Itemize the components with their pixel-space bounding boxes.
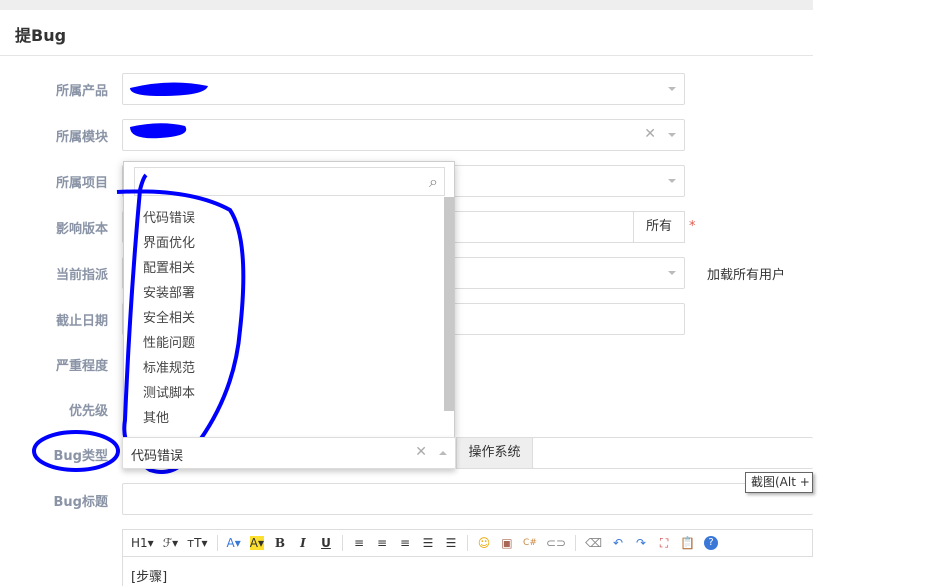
dropdown-option[interactable]: 性能问题 [124, 331, 444, 356]
label-project: 所属项目 [55, 176, 108, 191]
editor-content: [步骤] [131, 570, 168, 585]
dropdown-option[interactable]: 安装部署 [124, 281, 444, 306]
chevron-down-icon [668, 133, 676, 137]
eraser-icon[interactable]: ⌫ [585, 536, 602, 550]
ordered-list-icon[interactable]: ☰ [421, 536, 435, 550]
bug-type-dropdown: ⌕ 代码错误 界面优化 配置相关 安装部署 安全相关 性能问题 标准规范 测试脚… [123, 161, 455, 437]
align-right-icon[interactable]: ≡ [398, 536, 412, 550]
chevron-down-icon [668, 87, 676, 91]
dropdown-option[interactable]: 安全相关 [124, 306, 444, 331]
label-priority: 优先级 [68, 404, 108, 419]
bug-type-select[interactable]: 代码错误 ✕ [122, 437, 456, 469]
label-deadline: 截止日期 [55, 314, 108, 329]
label-bug-type: Bug类型 [53, 449, 108, 464]
label-severity: 严重程度 [55, 359, 108, 374]
os-addon: 操作系统 [456, 437, 533, 469]
dropdown-option[interactable]: 界面优化 [124, 231, 444, 256]
chevron-down-icon [668, 179, 676, 183]
load-all-users-link[interactable]: 加载所有用户 [707, 264, 785, 283]
page-title: 提Bug [15, 26, 67, 45]
label-version: 影响版本 [55, 222, 108, 237]
redo-icon[interactable]: ↷ [634, 536, 648, 550]
dropdown-scrollbar[interactable] [444, 197, 454, 411]
dropdown-option[interactable]: 其他 [124, 406, 444, 431]
font-family-button[interactable]: ℱ▾ [163, 536, 178, 550]
clear-icon[interactable]: ✕ [415, 444, 427, 460]
fullscreen-icon[interactable]: ⛶ [657, 536, 671, 551]
divider [0, 55, 813, 56]
dropdown-option[interactable]: 标准规范 [124, 356, 444, 381]
dropdown-option[interactable]: 配置相关 [124, 256, 444, 281]
unordered-list-icon[interactable]: ☰ [444, 536, 458, 550]
label-product: 所属产品 [55, 84, 108, 99]
label-bug-title: Bug标题 [53, 495, 108, 510]
align-left-icon[interactable]: ≡ [352, 536, 366, 550]
required-mark: * [689, 219, 696, 234]
bug-title-input[interactable] [122, 483, 813, 515]
separator [216, 535, 218, 551]
chevron-down-icon [668, 271, 676, 275]
dropdown-search-input[interactable]: ⌕ [134, 167, 445, 196]
chevron-up-icon [439, 451, 447, 455]
link-icon[interactable]: ⊂⊃ [546, 536, 566, 550]
product-select[interactable] [122, 73, 685, 105]
module-select[interactable]: ✕ [122, 119, 685, 151]
image-icon[interactable]: ▣ [500, 536, 514, 550]
dropdown-list: 代码错误 界面优化 配置相关 安装部署 安全相关 性能问题 标准规范 测试脚本 … [124, 206, 444, 431]
heading-button[interactable]: H1▾ [131, 536, 154, 550]
undo-icon[interactable]: ↶ [611, 536, 625, 550]
align-center-icon[interactable]: ≡ [375, 536, 389, 550]
search-icon: ⌕ [429, 172, 438, 191]
label-module: 所属模块 [55, 130, 108, 145]
version-all-button[interactable]: 所有 [633, 211, 685, 243]
clear-icon[interactable]: ✕ [644, 126, 656, 142]
italic-button[interactable]: I [296, 536, 310, 550]
editor-toolbar: H1▾ ℱ▾ тT▾ A▾ A▾ B I U ≡ ≡ ≡ ☰ ☰ ☺ ▣ C# … [122, 529, 813, 557]
label-assigned: 当前指派 [55, 268, 108, 283]
paste-icon[interactable]: 📋 [680, 536, 695, 550]
separator [575, 535, 577, 551]
font-size-button[interactable]: тT▾ [187, 536, 207, 550]
emoji-icon[interactable]: ☺ [477, 536, 491, 550]
os-select[interactable] [532, 437, 813, 469]
font-color-button[interactable]: A▾ [227, 536, 241, 550]
separator [341, 535, 343, 551]
help-icon[interactable]: ? [704, 536, 718, 550]
underline-button[interactable]: U [319, 536, 333, 550]
bold-button[interactable]: B [273, 536, 287, 550]
bug-type-value: 代码错误 [131, 449, 184, 464]
top-bar [0, 0, 813, 10]
screenshot-tooltip: 截图(Alt + A [745, 472, 813, 493]
editor-body[interactable]: [步骤] [122, 556, 813, 586]
code-icon[interactable]: C# [523, 538, 537, 548]
dropdown-option[interactable]: 代码错误 [124, 206, 444, 231]
dropdown-option[interactable]: 测试脚本 [124, 381, 444, 406]
separator [466, 535, 468, 551]
highlight-button[interactable]: A▾ [249, 536, 264, 550]
